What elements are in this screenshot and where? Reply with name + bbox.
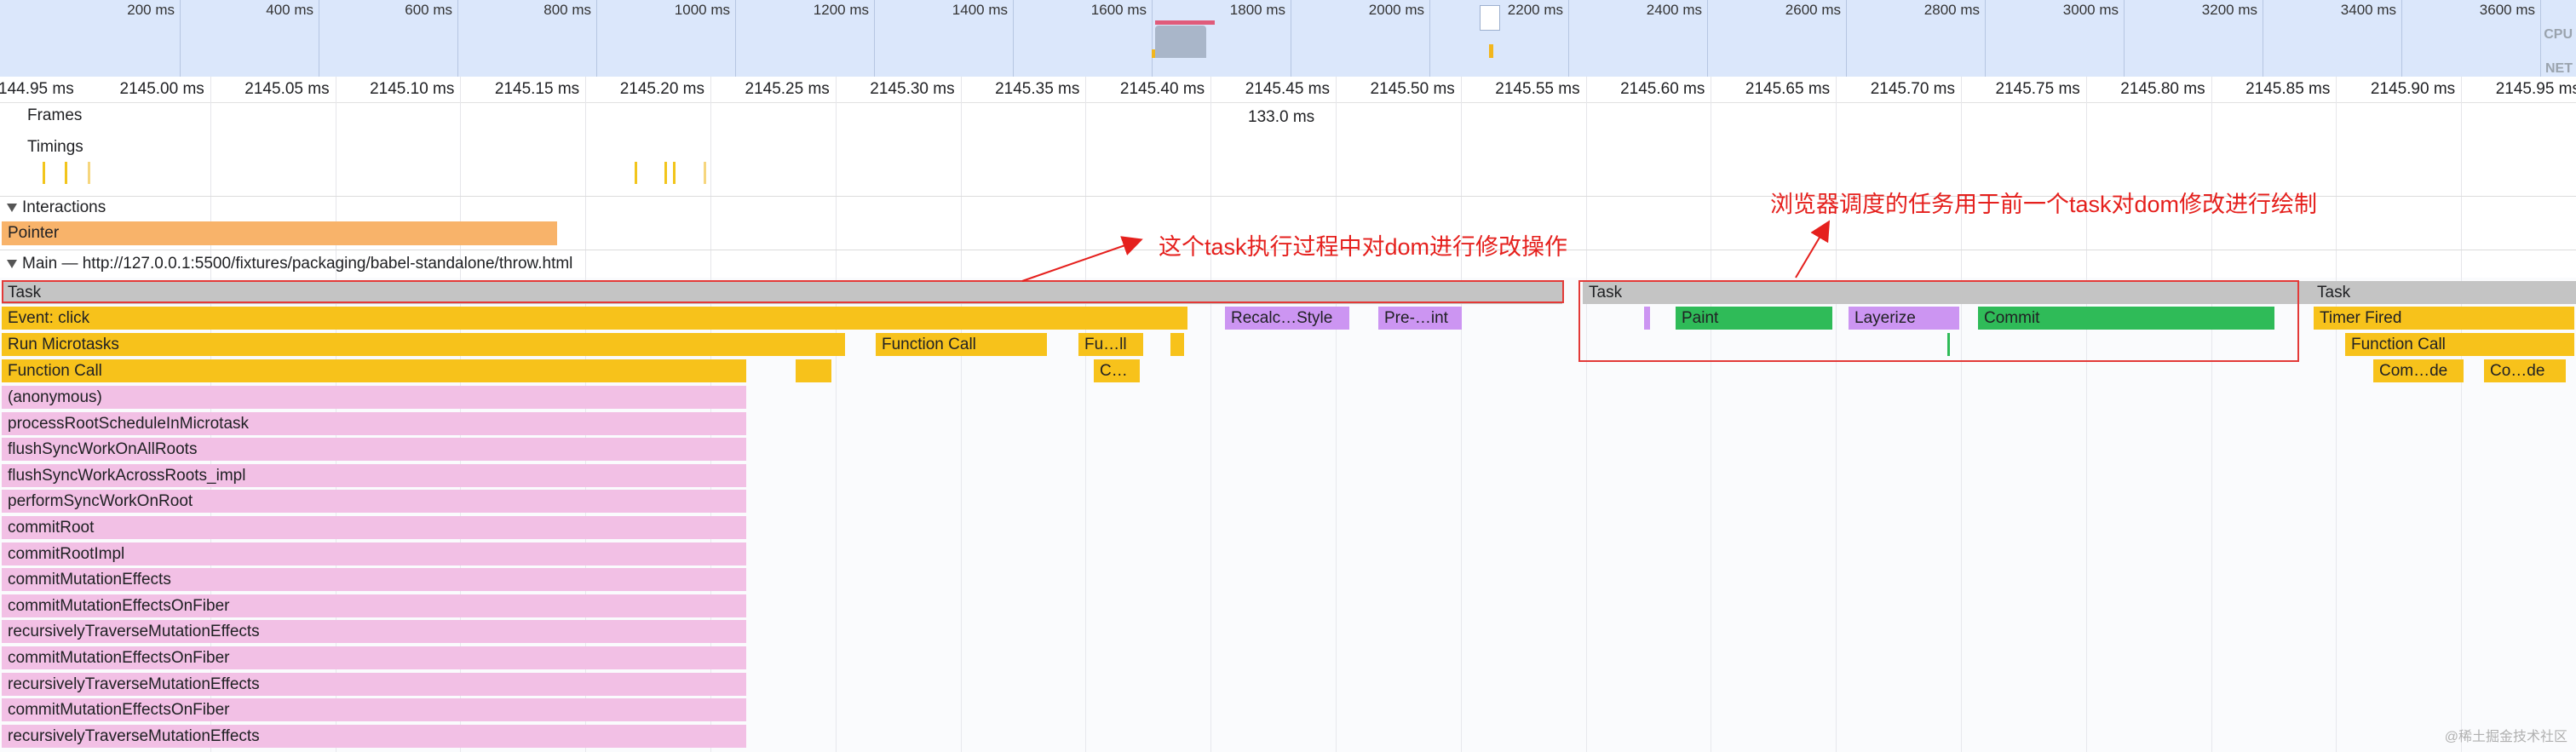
watermark: @稀土掘金技术社区	[2444, 730, 2567, 744]
annotation-right: 浏览器调度的任务用于前一个task对dom修改进行绘制	[1770, 192, 2318, 217]
annotation-arrows	[1021, 220, 1831, 282]
annotation-left: 这个task执行过程中对dom进行修改操作	[1159, 234, 1568, 260]
